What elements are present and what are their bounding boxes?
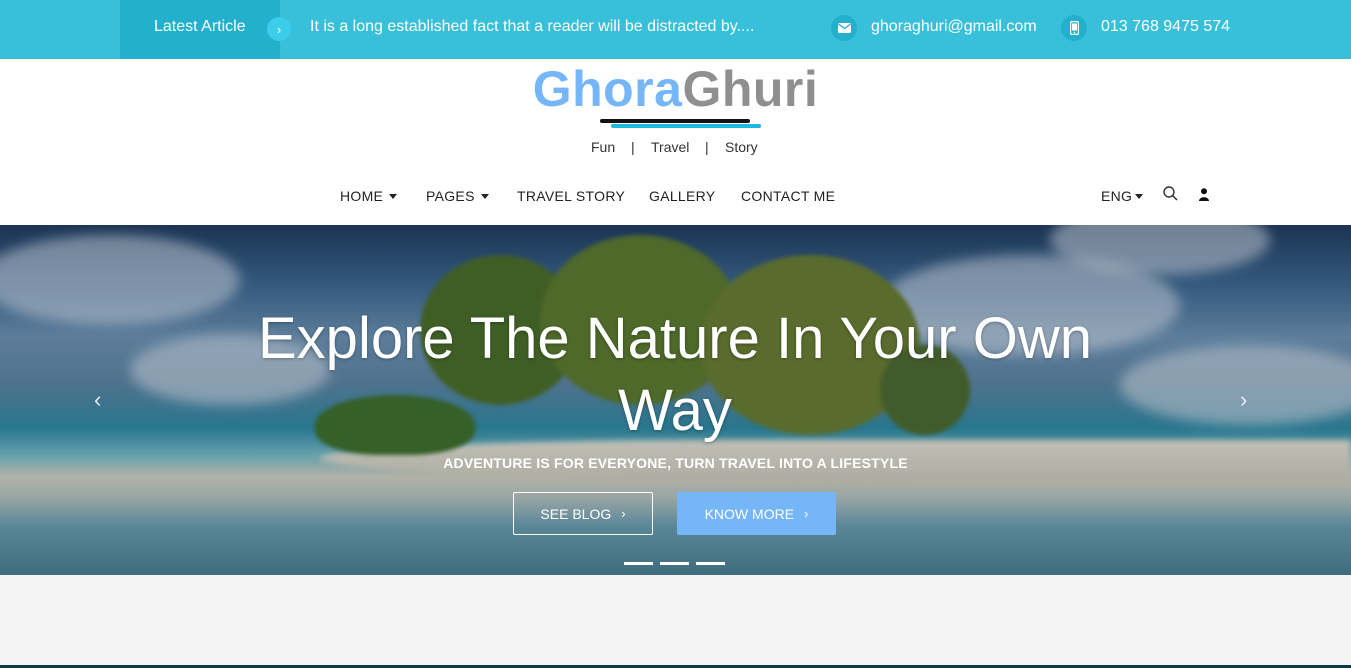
see-blog-button[interactable]: SEE BLOG › <box>513 492 653 535</box>
logo-underline-dark <box>600 119 750 123</box>
mail-icon <box>831 15 857 41</box>
logo-underline-blue <box>611 124 761 128</box>
carousel-prev-button[interactable]: ‹ <box>94 387 101 413</box>
chevron-right-icon: › <box>804 506 809 521</box>
nav-home[interactable]: HOME <box>340 188 398 204</box>
hero-subtitle: ADVENTURE IS FOR EVERYONE, TURN TRAVEL I… <box>443 455 908 471</box>
carousel-indicator-2[interactable] <box>660 562 689 565</box>
site-logo[interactable]: GhoraGhuri <box>0 61 1351 117</box>
carousel-indicator-1[interactable] <box>624 562 653 565</box>
tagline-separator: | <box>631 139 635 155</box>
tagline-fun: Fun <box>591 139 616 155</box>
nav-pages-label: PAGES <box>426 188 475 204</box>
top-bar: Latest Article › It is a long establishe… <box>0 0 1351 59</box>
nav-gallery[interactable]: GALLERY <box>649 188 715 204</box>
nav-home-label: HOME <box>340 188 384 204</box>
caret-down-icon <box>1135 194 1144 199</box>
site-header: GhoraGhuri Fun | Travel | Story HOME PAG… <box>0 59 1351 225</box>
search-icon[interactable] <box>1163 186 1178 206</box>
mobile-phone-icon <box>1061 15 1087 41</box>
tagline-separator: | <box>705 139 709 155</box>
caret-down-icon <box>480 194 489 199</box>
caret-down-icon <box>389 194 398 199</box>
hero-carousel: ‹ › Explore The Nature In Your Own Way A… <box>0 225 1351 575</box>
know-more-label: KNOW MORE <box>704 505 795 522</box>
user-icon[interactable] <box>1199 188 1209 206</box>
tagline-story: Story <box>725 139 758 155</box>
contact-phone[interactable]: 013 768 9475 574 <box>1101 18 1230 36</box>
contact-email[interactable]: ghoraghuri@gmail.com <box>871 18 1037 36</box>
nav-pages[interactable]: PAGES <box>426 188 489 204</box>
logo-part-ghora: Ghora <box>532 61 683 117</box>
nav-contact-me[interactable]: CONTACT ME <box>741 188 835 204</box>
know-more-button[interactable]: KNOW MORE › <box>677 492 836 535</box>
hero-title: Explore The Nature In Your Own Way <box>258 306 1092 443</box>
language-selector[interactable]: ENG <box>1101 188 1144 204</box>
chevron-right-icon: › <box>621 506 626 521</box>
nav-travel-story[interactable]: TRAVEL STORY <box>517 188 625 204</box>
latest-article-link[interactable]: It is a long established fact that a rea… <box>310 18 754 36</box>
logo-part-ghuri: Ghuri <box>682 61 819 117</box>
language-label: ENG <box>1101 188 1133 204</box>
carousel-indicator-3[interactable] <box>696 562 725 565</box>
see-blog-label: SEE BLOG <box>540 505 612 522</box>
tagline-travel: Travel <box>651 139 690 155</box>
latest-article-label: Latest Article <box>154 18 246 35</box>
chevron-right-icon[interactable]: › <box>267 17 291 41</box>
carousel-next-button[interactable]: › <box>1240 387 1247 413</box>
